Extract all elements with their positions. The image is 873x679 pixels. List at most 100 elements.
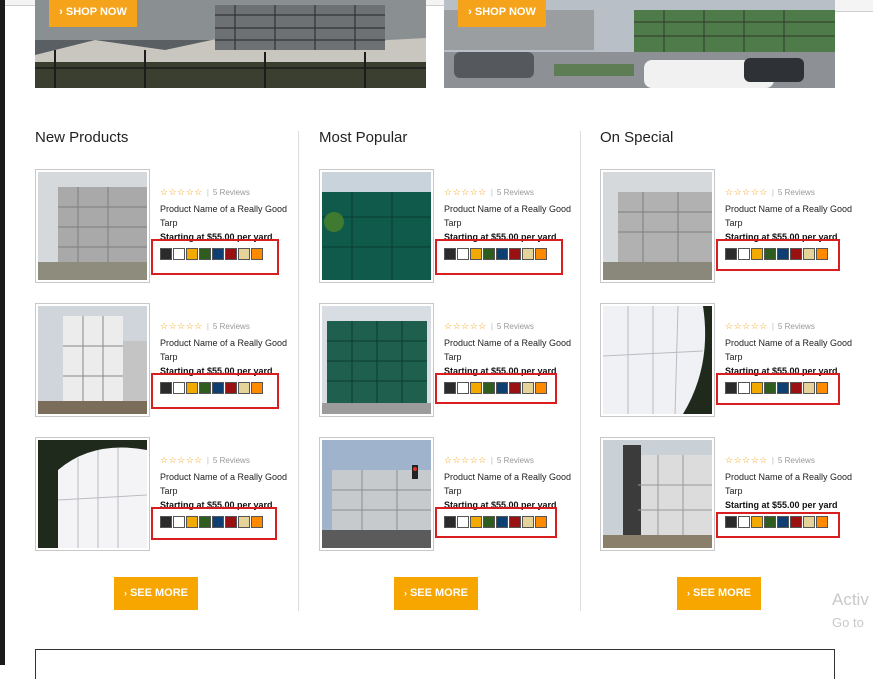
color-swatch[interactable] [225,516,237,528]
color-swatch[interactable] [751,382,763,394]
color-swatch[interactable] [483,248,495,260]
color-swatch[interactable] [186,248,198,260]
color-swatch[interactable] [738,516,750,528]
color-swatches[interactable] [725,248,828,260]
color-swatch[interactable] [457,516,469,528]
color-swatch[interactable] [738,248,750,260]
color-swatch[interactable] [251,248,263,260]
color-swatch[interactable] [816,516,828,528]
color-swatch[interactable] [535,516,547,528]
see-more-button-most-popular[interactable]: › SEE MORE [394,577,478,610]
color-swatch[interactable] [173,516,185,528]
color-swatch[interactable] [725,248,737,260]
review-count[interactable]: 5 Reviews [213,456,250,465]
color-swatch[interactable] [803,382,815,394]
review-count[interactable]: 5 Reviews [497,322,534,331]
color-swatch[interactable] [470,382,482,394]
product-thumbnail[interactable] [35,437,150,551]
color-swatch[interactable] [522,516,534,528]
color-swatch[interactable] [777,248,789,260]
see-more-button-on-special[interactable]: › SEE MORE [677,577,761,610]
color-swatch[interactable] [803,248,815,260]
color-swatch[interactable] [738,382,750,394]
review-count[interactable]: 5 Reviews [778,456,815,465]
review-count[interactable]: 5 Reviews [497,456,534,465]
color-swatches[interactable] [160,248,263,260]
product-name[interactable]: Product Name of a Really Good Tarp [160,470,300,498]
color-swatch[interactable] [444,516,456,528]
color-swatch[interactable] [225,248,237,260]
color-swatch[interactable] [764,382,776,394]
color-swatch[interactable] [199,516,211,528]
color-swatch[interactable] [173,382,185,394]
product-card[interactable]: ☆☆☆☆☆ | 5 Reviews Product Name of a Really… [35,303,305,418]
color-swatch[interactable] [251,382,263,394]
color-swatch[interactable] [186,516,198,528]
product-name[interactable]: Product Name of a Really Good Tarp [444,470,584,498]
color-swatches[interactable] [444,382,547,394]
color-swatch[interactable] [470,248,482,260]
product-thumbnail[interactable] [319,303,434,417]
product-thumbnail[interactable] [600,303,715,417]
color-swatches[interactable] [725,382,828,394]
product-name[interactable]: Product Name of a Really Good Tarp [725,202,865,230]
color-swatch[interactable] [777,382,789,394]
color-swatch[interactable] [509,382,521,394]
product-name[interactable]: Product Name of a Really Good Tarp [160,202,300,230]
product-card[interactable]: ☆☆☆☆☆ | 5 Reviews Product Name of a Really… [35,169,305,284]
product-thumbnail[interactable] [600,437,715,551]
color-swatch[interactable] [160,516,172,528]
product-thumbnail[interactable] [35,169,150,283]
review-count[interactable]: 5 Reviews [778,188,815,197]
color-swatch[interactable] [816,382,828,394]
color-swatch[interactable] [535,382,547,394]
product-card[interactable]: ☆☆☆☆☆ | 5 Reviews Product Name of a Really… [600,437,870,552]
color-swatch[interactable] [199,248,211,260]
see-more-button-new-products[interactable]: › SEE MORE [114,577,198,610]
product-thumbnail[interactable] [319,169,434,283]
product-name[interactable]: Product Name of a Really Good Tarp [725,470,865,498]
color-swatch[interactable] [212,248,224,260]
product-card[interactable]: ☆☆☆☆☆ | 5 Reviews Product Name of a Really… [600,169,870,284]
color-swatch[interactable] [238,248,250,260]
color-swatch[interactable] [238,382,250,394]
review-count[interactable]: 5 Reviews [497,188,534,197]
color-swatch[interactable] [764,516,776,528]
color-swatch[interactable] [790,382,802,394]
product-card[interactable]: ☆☆☆☆☆ | 5 Reviews Product Name of a Really… [319,303,589,418]
color-swatch[interactable] [444,382,456,394]
review-count[interactable]: 5 Reviews [213,188,250,197]
color-swatch[interactable] [212,516,224,528]
color-swatch[interactable] [725,516,737,528]
color-swatch[interactable] [186,382,198,394]
color-swatch[interactable] [238,516,250,528]
product-thumbnail[interactable] [600,169,715,283]
product-name[interactable]: Product Name of a Really Good Tarp [725,336,865,364]
banner-left[interactable]: › SHOP NOW [35,0,426,88]
product-name[interactable]: Product Name of a Really Good Tarp [444,336,584,364]
color-swatches[interactable] [160,516,263,528]
product-card[interactable]: ☆☆☆☆☆ | 5 Reviews Product Name of a Really… [319,437,589,552]
shop-now-button-left[interactable]: › SHOP NOW [49,0,137,27]
color-swatch[interactable] [173,248,185,260]
color-swatch[interactable] [790,248,802,260]
color-swatch[interactable] [764,248,776,260]
color-swatch[interactable] [509,516,521,528]
color-swatch[interactable] [470,516,482,528]
product-name[interactable]: Product Name of a Really Good Tarp [444,202,584,230]
color-swatch[interactable] [457,382,469,394]
color-swatch[interactable] [160,248,172,260]
color-swatch[interactable] [790,516,802,528]
color-swatch[interactable] [522,382,534,394]
color-swatch[interactable] [751,248,763,260]
color-swatch[interactable] [535,248,547,260]
color-swatches[interactable] [444,516,547,528]
color-swatch[interactable] [777,516,789,528]
color-swatch[interactable] [483,516,495,528]
banner-right[interactable]: › SHOP NOW [444,0,835,88]
product-name[interactable]: Product Name of a Really Good Tarp [160,336,300,364]
color-swatch[interactable] [496,248,508,260]
review-count[interactable]: 5 Reviews [778,322,815,331]
color-swatches[interactable] [725,516,828,528]
color-swatch[interactable] [522,248,534,260]
